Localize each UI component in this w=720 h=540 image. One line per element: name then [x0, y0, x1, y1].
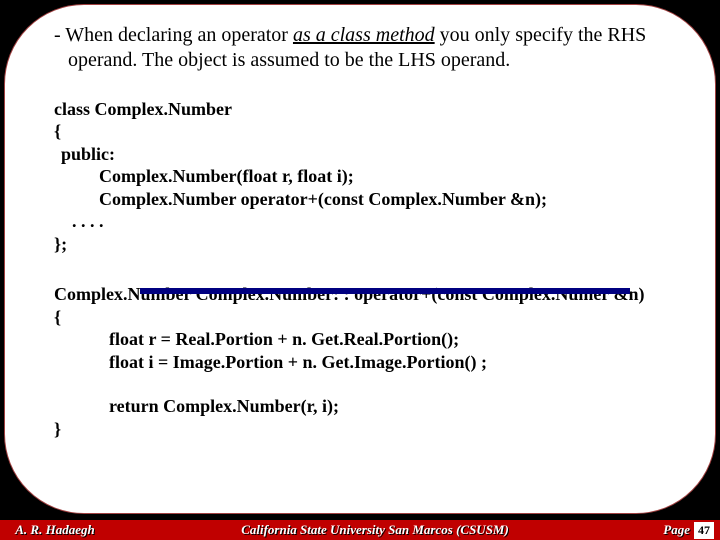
footer-page-number: 47	[694, 522, 714, 539]
footer-institution: California State University San Marcos (…	[110, 522, 640, 538]
slide-content: - When declaring an operator as a class …	[54, 23, 666, 440]
code-block-definition: Complex.Number Complex.Number: : operato…	[54, 283, 666, 440]
code-line: float r = Real.Portion + n. Get.Real.Por…	[54, 328, 666, 351]
code-block-declaration: class Complex.Number { public: Complex.N…	[54, 98, 666, 256]
footer-author: A. R. Hadaegh	[0, 522, 110, 538]
slide-footer: A. R. Hadaegh California State Universit…	[0, 518, 720, 540]
code-line: Complex.Number Complex.Number: : operato…	[54, 283, 666, 306]
intro-prefix: - When declaring an operator	[54, 24, 293, 46]
code-line: Complex.Number operator+(const Complex.N…	[54, 188, 666, 211]
slide-card: - When declaring an operator as a class …	[4, 4, 716, 514]
code-line: }	[54, 418, 666, 441]
horizontal-divider	[140, 288, 630, 294]
code-line: class Complex.Number	[54, 98, 666, 121]
intro-paragraph: - When declaring an operator as a class …	[54, 23, 666, 73]
code-line: return Complex.Number(r, i);	[54, 395, 666, 418]
code-line: };	[54, 233, 666, 256]
footer-page-word: Page	[663, 522, 690, 537]
code-line: {	[54, 120, 666, 143]
code-line: {	[54, 306, 666, 329]
intro-emphasis: as a class method	[293, 24, 435, 46]
slide-background: - When declaring an operator as a class …	[0, 0, 720, 520]
code-line: Complex.Number(float r, float i);	[54, 165, 666, 188]
code-line: public:	[54, 143, 666, 166]
footer-page: Page 47	[640, 522, 720, 539]
code-line: float i = Image.Portion + n. Get.Image.P…	[54, 351, 666, 374]
code-line: . . . .	[54, 210, 666, 233]
